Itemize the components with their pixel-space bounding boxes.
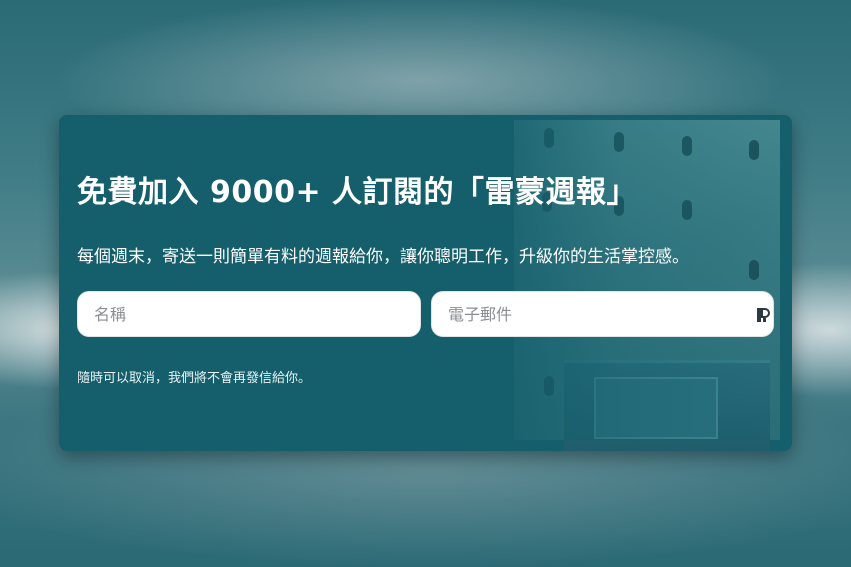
password-manager-icon[interactable] [756, 307, 770, 323]
newsletter-signup-card: 免費加入 9000+ 人訂閱的「雷蒙週報」 每個週末，寄送一則簡單有料的週報給你… [59, 115, 792, 451]
email-input[interactable] [431, 291, 774, 337]
unsubscribe-note: 隨時可以取消，我們將不會再發信給你。 [77, 371, 312, 386]
signup-subtitle: 每個週末，寄送一則簡單有料的週報給你，讓你聰明工作，升級你的生活掌控感。 [77, 247, 689, 267]
name-input[interactable] [77, 291, 421, 337]
signup-headline: 免費加入 9000+ 人訂閱的「雷蒙週報」 [77, 175, 638, 210]
